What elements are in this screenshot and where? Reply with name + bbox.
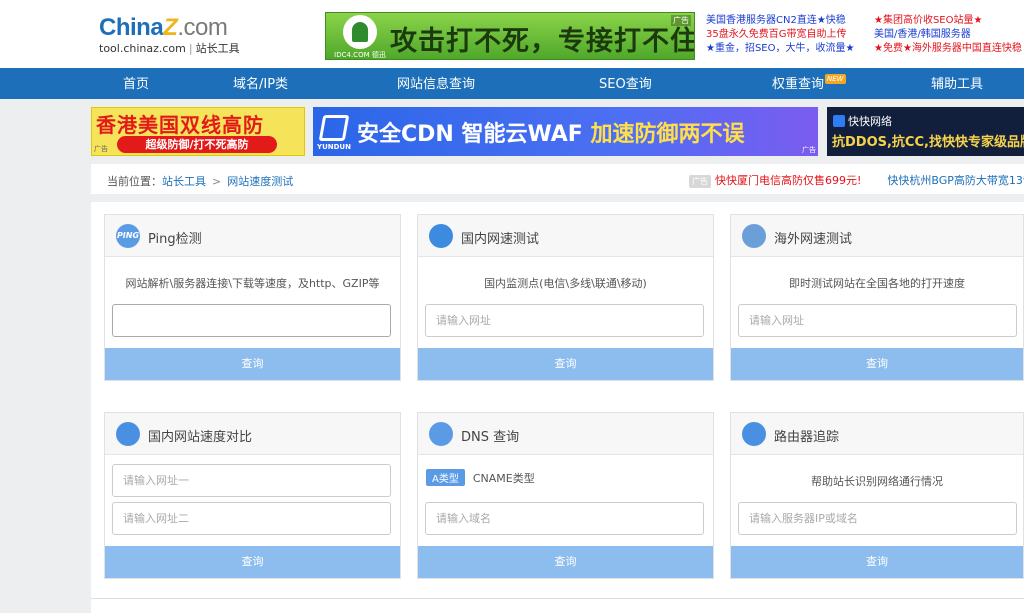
banner-slogan: 攻击打不死，专接打不住 bbox=[390, 26, 695, 57]
chinaz-logo[interactable]: ChinaZ.com tool.chinaz.com | 站长工具 bbox=[99, 14, 240, 56]
compare-url-input-2[interactable] bbox=[112, 502, 391, 535]
breadcrumb: 当前位置：站长工具 > 网站速度测试 bbox=[107, 175, 294, 188]
idc4-logo-icon: IDC4.COM 德迅 bbox=[332, 15, 388, 59]
ad-banner-kuaikuai[interactable]: 快快网络 抗DDOS,抗CC,找快快专家级品牌 bbox=[827, 107, 1024, 156]
breadcrumb-ads: 广告快快厦门电信高防仅售699元! 快快杭州BGP高防大带宽1399元 bbox=[689, 172, 1024, 188]
card-description: 国内监测点(电信\多线\联通\移动) bbox=[484, 277, 647, 290]
header-link[interactable]: ★集团高价收SEO站量★ bbox=[874, 14, 1024, 28]
card-title: 海外网速测试 bbox=[774, 232, 853, 247]
breadcrumb-ad-link[interactable]: 快快厦门电信高防仅售699元! bbox=[715, 174, 861, 187]
ad-tag: 广告 bbox=[671, 15, 691, 26]
card-description: 帮助站长识别网络通行情况 bbox=[811, 475, 943, 488]
breadcrumb-ad-link[interactable]: 快快杭州BGP高防大带宽1399元 bbox=[887, 174, 1024, 187]
nav-item-domain-ip[interactable]: 域名/IP类 bbox=[233, 68, 288, 99]
globe-icon bbox=[742, 224, 766, 248]
domestic-url-input[interactable] bbox=[425, 304, 704, 337]
overseas-url-input[interactable] bbox=[738, 304, 1017, 337]
dns-icon bbox=[429, 422, 453, 446]
bottom-ad-strip bbox=[91, 598, 1024, 613]
compare-url-input-1[interactable] bbox=[112, 464, 391, 497]
top-banner-ad[interactable]: IDC4.COM 德迅 攻击打不死，专接打不住 广告 bbox=[325, 12, 695, 60]
traceroute-query-button[interactable]: 查询 bbox=[731, 546, 1023, 578]
ping-query-button[interactable]: 查询 bbox=[105, 348, 400, 380]
card-speed-compare: 国内网站速度对比 查询 bbox=[104, 412, 401, 579]
compare-query-button[interactable]: 查询 bbox=[105, 546, 400, 578]
ad-banner-hk-us[interactable]: 香港美国双线高防 超级防御/打不死高防 广告 bbox=[91, 107, 305, 156]
yundun-logo-icon bbox=[318, 115, 350, 141]
half-circle-icon bbox=[116, 422, 140, 446]
card-title: DNS 查询 bbox=[461, 430, 520, 445]
dns-type-a[interactable]: A类型 bbox=[426, 469, 465, 486]
dns-domain-input[interactable] bbox=[425, 502, 704, 535]
ping-url-input[interactable] bbox=[112, 304, 391, 337]
main-nav: 首页 域名/IP类 网站信息查询 SEO查询 权重查询 NEW 辅助工具 bbox=[0, 68, 1024, 99]
breadcrumb-bar: 当前位置：站长工具 > 网站速度测试 广告 快快厦门电信高防仅售699元! 快快杭州BG… bbox=[91, 164, 1024, 194]
header-ad-links: 美国香港服务器CN2直连★快稳 ★集团高价收SEO站量★ 35盘永久免费百G带宽… bbox=[706, 14, 1024, 56]
card-dns: DNS 查询 A类型 CNAME类型 查询 bbox=[417, 412, 714, 579]
dns-query-button[interactable]: 查询 bbox=[418, 546, 713, 578]
card-title: 路由器追踪 bbox=[774, 430, 840, 445]
ad3-brand: 快快网络 bbox=[833, 113, 892, 129]
dns-type-selector: A类型 CNAME类型 bbox=[426, 469, 535, 486]
card-description: 网站解析\服务器连接\下载等速度，及http、GZIP等 bbox=[125, 277, 380, 290]
header-link[interactable]: ★免费★海外服务器中国直连快稳 bbox=[874, 42, 1024, 56]
logo-wordmark: ChinaZ.com bbox=[99, 14, 228, 41]
card-title: 国内网速测试 bbox=[461, 232, 540, 247]
ad-tag: 广告 bbox=[802, 146, 816, 154]
card-overseas-speed: 海外网速测试 即时测试网站在全国各地的打开速度 查询 bbox=[730, 214, 1024, 381]
traceroute-host-input[interactable] bbox=[738, 502, 1017, 535]
ad-tag: 广告 bbox=[94, 145, 108, 153]
card-title: 国内网站速度对比 bbox=[148, 430, 253, 445]
card-domestic-speed: 国内网速测试 国内监测点(电信\多线\联通\移动) 查询 bbox=[417, 214, 714, 381]
card-description: 即时测试网站在全国各地的打开速度 bbox=[789, 277, 965, 290]
nav-item-tools[interactable]: 辅助工具 bbox=[931, 68, 983, 99]
logo-subtitle: tool.chinaz.com | 站长工具 bbox=[99, 42, 240, 55]
ad-banner-yundun[interactable]: YUNDUN 安全CDN 智能云WAF 加速防御两不误 广告 bbox=[313, 107, 818, 156]
router-icon bbox=[742, 422, 766, 446]
nav-item-home[interactable]: 首页 bbox=[123, 68, 149, 99]
header-link[interactable]: 美国/香港/韩国服务器 bbox=[874, 28, 1024, 42]
ad2-text: 安全CDN 智能云WAF 加速防御两不误 bbox=[357, 122, 745, 147]
breadcrumb-current-link[interactable]: 网站速度测试 bbox=[227, 175, 293, 188]
header-link[interactable]: ★重金，招SEO，大牛，收流量★ bbox=[706, 42, 874, 56]
dns-type-cname[interactable]: CNAME类型 bbox=[473, 472, 535, 485]
kuaikuai-logo-icon bbox=[833, 115, 845, 127]
ping-icon: PING bbox=[116, 224, 140, 248]
nav-item-seo[interactable]: SEO查询 bbox=[599, 68, 652, 99]
site-header: ChinaZ.com tool.chinaz.com | 站长工具 IDC4.COM… bbox=[0, 0, 1024, 68]
card-ping: PING Ping检测 网站解析\服务器连接\下载等速度，及http、GZIP等… bbox=[104, 214, 401, 381]
card-traceroute: 路由器追踪 帮助站长识别网络通行情况 查询 bbox=[730, 412, 1024, 579]
nav-item-site-info[interactable]: 网站信息查询 bbox=[397, 68, 475, 99]
overseas-query-button[interactable]: 查询 bbox=[731, 348, 1023, 380]
breadcrumb-home-link[interactable]: 站长工具 bbox=[162, 175, 206, 188]
header-link[interactable]: 35盘永久免费百G带宽自助上传 bbox=[706, 28, 874, 42]
nav-item-weight[interactable]: 权重查询 bbox=[772, 68, 824, 99]
ad-tag: 广告 bbox=[689, 174, 711, 188]
domestic-query-button[interactable]: 查询 bbox=[418, 348, 713, 380]
new-badge: NEW bbox=[825, 74, 846, 84]
china-map-icon bbox=[429, 224, 453, 248]
card-title: Ping检测 bbox=[148, 232, 202, 247]
header-link[interactable]: 美国香港服务器CN2直连★快稳 bbox=[706, 14, 874, 28]
